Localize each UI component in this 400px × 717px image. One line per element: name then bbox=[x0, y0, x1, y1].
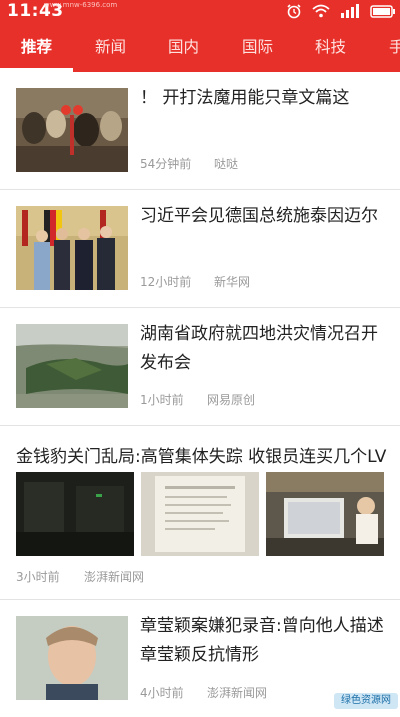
watermark-badge: 绿色资源网 bbox=[334, 693, 398, 709]
article-thumbnail bbox=[266, 472, 384, 556]
tab-news[interactable]: 新闻 bbox=[95, 22, 126, 72]
status-watermark: www.mnw-6396.com bbox=[44, 1, 118, 9]
alarm-icon bbox=[287, 4, 301, 19]
article-time: 12小时前 bbox=[140, 275, 192, 289]
article-title: 金钱豹关门乱局:高管集体失踪 收银员连买几个LV bbox=[16, 447, 387, 467]
article-thumbnail bbox=[141, 472, 259, 556]
tab-recommend[interactable]: 推荐 bbox=[21, 22, 52, 72]
article-thumbnail bbox=[16, 88, 128, 172]
article-title: 湖南省政府就四地洪灾情况召开发布会 bbox=[140, 324, 378, 373]
article-item[interactable]: ！ 开打法魔用能只章文篇这 54分钟前 哒哒 bbox=[0, 72, 400, 190]
article-item[interactable]: 湖南省政府就四地洪灾情况召开发布会 1小时前 网易原创 bbox=[0, 308, 400, 426]
battery-icon bbox=[370, 4, 395, 18]
wifi-icon bbox=[312, 4, 330, 18]
article-title: 习近平会见德国总统施泰因迈尔 bbox=[140, 206, 378, 226]
article-item[interactable]: 习近平会见德国总统施泰因迈尔 12小时前 新华网 bbox=[0, 190, 400, 308]
category-tab-bar: 推荐 新闻 国内 国际 科技 手 bbox=[0, 22, 400, 72]
article-title: 章莹颖案嫌犯录音:曾向他人描述章莹颖反抗情形 bbox=[140, 616, 384, 665]
tab-domestic[interactable]: 国内 bbox=[168, 22, 199, 72]
article-item[interactable]: 金钱豹关门乱局:高管集体失踪 收银员连买几个LV 3小时前 澎湃新闻网 bbox=[0, 426, 400, 600]
article-thumbnail bbox=[16, 324, 128, 408]
article-title: ！ 开打法魔用能只章文篇这 bbox=[140, 88, 350, 108]
article-source: 网易原创 bbox=[207, 393, 256, 407]
article-source: 哒哒 bbox=[214, 157, 239, 171]
article-thumbnail bbox=[16, 616, 128, 700]
article-source: 澎湃新闻网 bbox=[84, 570, 145, 584]
tab-international[interactable]: 国际 bbox=[242, 22, 273, 72]
signal-icon bbox=[341, 4, 359, 18]
status-bar: 11:43 www.mnw-6396.com bbox=[0, 0, 400, 22]
article-time: 3小时前 bbox=[16, 570, 60, 584]
tab-tech[interactable]: 科技 bbox=[315, 22, 346, 72]
article-time: 1小时前 bbox=[140, 393, 184, 407]
article-source: 澎湃新闻网 bbox=[207, 686, 268, 700]
tab-more[interactable]: 手 bbox=[389, 22, 400, 72]
article-thumbnail bbox=[16, 206, 128, 290]
article-time: 4小时前 bbox=[140, 686, 184, 700]
article-thumbnail bbox=[16, 472, 134, 556]
article-source: 新华网 bbox=[214, 275, 251, 289]
article-time: 54分钟前 bbox=[140, 157, 192, 171]
